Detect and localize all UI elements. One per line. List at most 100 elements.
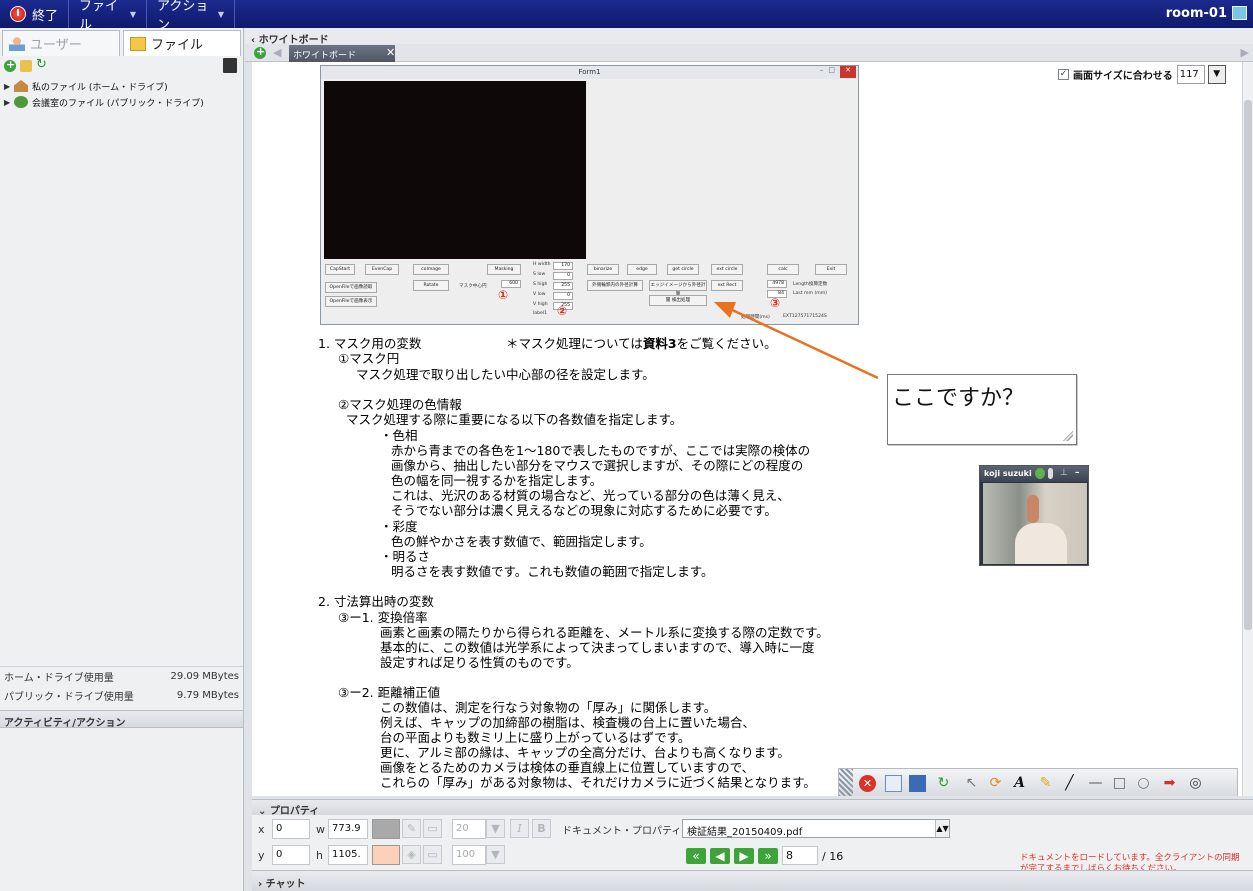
trash-icon[interactable] [223,58,237,73]
usage-label: パブリック・ドライブ使用量 [4,692,134,703]
drawing-toolbar: ✕ ↻ ↖ ⟳ A ✎ ╱ — □ ○ ➡ ◎ [838,768,1238,796]
doc-line: 色の幅を同一視するかを指定します。 [391,473,603,488]
doc-line: 1. マスク用の変数 ＊マスク処理については資料3をご覧ください。 [318,336,777,351]
tab-files[interactable]: ファイル [123,30,241,56]
underline-icon[interactable]: — [1087,775,1104,792]
pointer-highlight-icon[interactable]: ◎ [1187,775,1204,792]
home-drive-icon [14,80,28,92]
doc-line: 更に、アルミ部の縁は、キャップの全高分だけ、台よりも高くなります。 [380,745,790,760]
tree-item-public-drive[interactable]: ▶ 会議室のファイル (パブリック・ドライブ) [4,94,204,110]
italic-button[interactable]: I [510,819,529,838]
section-1-heading: 1. マスク用の変数 [318,336,422,351]
left-panel: ユーザー ファイル ↻ ▶ 私のファイル (ホーム・ドライブ) ▶ 会議室のファ… [0,28,244,891]
last-page-button[interactable]: » [758,848,778,864]
left-tabs: ユーザー ファイル [2,30,244,58]
properties-header[interactable]: ⌄ プロパティ [252,799,1253,817]
tab-users[interactable]: ユーザー [2,30,120,56]
doc-line: ②マスク処理の色情報 [338,397,462,412]
folder-icon[interactable]: ▭ [423,845,442,864]
room-name: room-01 [1165,6,1227,21]
microphone-icon[interactable] [1048,468,1053,479]
first-page-button[interactable]: « [686,848,706,864]
w-label: w [316,823,325,836]
line-icon[interactable]: ╱ [1061,775,1078,792]
expand-icon[interactable]: ▶ [4,82,14,91]
fill-color-swatch[interactable] [372,845,400,865]
close-icon[interactable]: ✕ [386,46,395,59]
app-window: 終了 ファイル ▼ アクション ▼ room-01 ユーザー ファイル + ↻ … [0,0,1253,891]
h-label: h [316,849,323,862]
drive-usage: ホーム・ドライブ使用量 29.09 MBytes パブリック・ドライブ使用量 9… [0,666,243,705]
save-icon[interactable] [909,775,926,792]
chevron-down-icon[interactable]: ▼ [486,819,505,838]
rectangle-icon[interactable]: □ [1111,775,1128,792]
refresh-icon[interactable]: ↻ [36,57,48,72]
arrow-tool-icon[interactable]: ➡ [1161,775,1178,792]
pointer-icon[interactable]: ↖ [963,775,980,792]
usage-label: ホーム・ドライブ使用量 [4,673,114,684]
doc-line: 明るさを表す数値です。これも数値の範囲で指定します。 [391,564,714,579]
monitor-icon[interactable] [1232,6,1247,20]
font-size-input[interactable]: 20 [452,819,486,839]
stroke-color-swatch[interactable] [372,819,400,839]
toolbar-grip[interactable] [839,769,853,796]
y-input[interactable]: 0 [272,845,310,865]
prev-tab-icon[interactable]: ◀ [273,46,281,59]
refresh-icon[interactable]: ↻ [935,775,952,792]
doc-line: ①マスク円 [338,351,400,366]
folder-icon[interactable]: ▭ [423,819,442,838]
new-folder-icon[interactable] [20,60,32,72]
add-file-icon[interactable] [4,58,16,72]
mask-note-text: ＊マスク処理については [506,336,643,351]
resize-handle-icon[interactable] [1063,431,1073,441]
new-page-icon[interactable] [885,775,902,792]
document-select[interactable]: 検証結果_20150409.pdf ▲▼ [682,819,950,838]
chat-header[interactable]: › チャット [252,870,1253,891]
document-select-value: 検証結果_20150409.pdf [687,827,803,838]
bold-button[interactable]: B [532,819,551,838]
scroll-thumb[interactable] [1244,100,1252,630]
text-callout[interactable]: ここですか？ [887,374,1077,445]
pen-icon[interactable]: ✎ [402,819,421,838]
webcam-feed [983,483,1087,564]
w-input[interactable]: 773.9 [328,819,368,839]
prev-page-button[interactable]: ◀ [710,848,730,864]
minimize-icon[interactable]: – [1075,468,1085,479]
whiteboard-canvas[interactable]: ✓ 画面サイズに合わせる 117 ▼ Form1 – □ ✕ CapStart … [252,62,1242,796]
expand-icon[interactable]: ▶ [4,98,14,107]
vertical-scrollbar[interactable] [1242,62,1253,796]
person-hand [1027,495,1039,523]
sync-icon[interactable] [1035,468,1045,479]
chat-title: チャット [265,879,306,890]
file-menu[interactable]: ファイル ▼ [69,0,148,33]
opacity-input[interactable]: 100 [452,845,486,865]
x-input[interactable]: 0 [272,819,310,839]
doc-line: 赤から青までの各色を1～180で表したものですが、ここでは実際の検体の [391,443,811,458]
text-tool-icon[interactable]: A [1011,775,1028,792]
person-body [1015,523,1067,564]
ellipse-icon[interactable]: ○ [1135,775,1152,792]
clear-icon[interactable]: ✕ [859,775,876,792]
fill-icon[interactable]: ◈ [402,845,421,864]
action-menu[interactable]: アクション ▼ [147,0,236,33]
h-input[interactable]: 1105. [328,845,368,865]
mask-note: ＊マスク処理については資料3をご覧ください。 [506,336,777,351]
pencil-icon[interactable]: ✎ [1037,775,1054,792]
doc-line: ・色相 [380,428,418,443]
rotate-icon[interactable]: ⟳ [987,775,1004,792]
usage-value: 9.79 MBytes [176,690,239,701]
pin-icon[interactable]: ⊥ [1060,468,1070,479]
add-whiteboard-icon[interactable] [254,45,266,59]
arrow-head [714,302,736,318]
tab-whiteboard[interactable]: ホワイトボード [289,45,395,62]
next-tab-icon[interactable]: ▶ [1241,46,1249,59]
page-total: / 16 [822,850,844,863]
next-page-button[interactable]: ▶ [734,848,754,864]
video-window[interactable]: koji suzuki ⊥ – [979,465,1089,566]
page-input[interactable]: 8 [782,846,818,865]
doc-line: ③ー2. 距離補正値 [338,685,441,700]
tab-files-label: ファイル [151,38,204,53]
tree-item-home-drive[interactable]: ▶ 私のファイル (ホーム・ドライブ) [4,78,168,94]
chevron-down-icon[interactable]: ▼ [486,845,505,864]
exit-button[interactable]: 終了 [0,0,70,28]
